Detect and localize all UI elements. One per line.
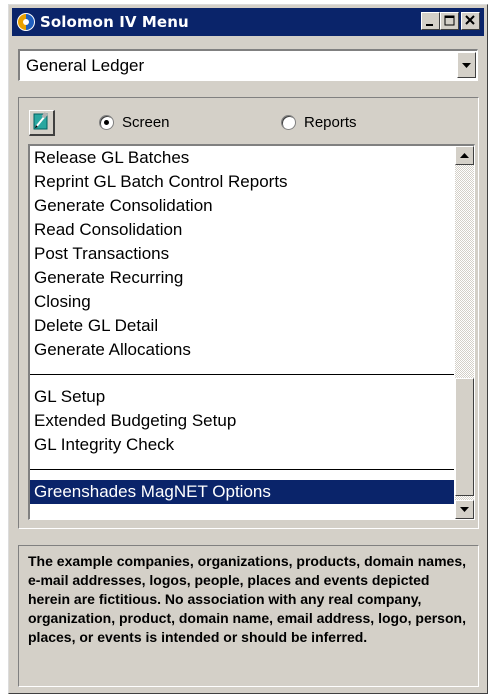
list-item[interactable]: GL Setup xyxy=(30,385,454,409)
close-icon[interactable] xyxy=(461,12,480,30)
list-item[interactable]: Read Consolidation xyxy=(30,218,454,242)
list-separator xyxy=(30,469,454,470)
open-screen-icon xyxy=(30,112,52,137)
solomon-app-icon[interactable] xyxy=(16,12,36,32)
list-item[interactable]: Generate Consolidation xyxy=(30,194,454,218)
list-separator xyxy=(30,374,454,375)
list-item-selected[interactable]: Greenshades MagNET Options xyxy=(30,480,454,504)
list-item[interactable]: GL Integrity Check xyxy=(30,433,454,457)
screen-radio-label: Screen xyxy=(122,114,170,131)
chevron-down-icon[interactable] xyxy=(457,52,476,78)
minimize-icon[interactable] xyxy=(421,12,440,30)
solomon-menu-window: Solomon IV Menu General Ledger Screen Re… xyxy=(8,4,488,694)
reports-radio-circle xyxy=(281,115,296,130)
scroll-up-icon[interactable] xyxy=(455,146,474,165)
disclaimer-text: The example companies, organizations, pr… xyxy=(18,545,479,687)
scroll-down-icon[interactable] xyxy=(455,500,474,519)
menu-list-scrollbar[interactable] xyxy=(455,146,474,519)
list-item[interactable]: Delete GL Detail xyxy=(30,314,454,338)
list-item[interactable]: Closing xyxy=(30,290,454,314)
open-screen-button[interactable] xyxy=(29,110,55,136)
menu-panel: Screen Reports Release GL Batches Reprin… xyxy=(18,97,479,529)
list-item[interactable]: Release GL Batches xyxy=(30,146,454,170)
title-bar[interactable]: Solomon IV Menu xyxy=(12,8,484,36)
scroll-thumb[interactable] xyxy=(455,378,474,496)
list-item[interactable]: Reprint GL Batch Control Reports xyxy=(30,170,454,194)
window-title: Solomon IV Menu xyxy=(40,13,189,31)
module-dropdown[interactable]: General Ledger xyxy=(18,49,478,81)
list-item[interactable]: Generate Allocations xyxy=(30,338,454,362)
list-item[interactable]: Generate Recurring xyxy=(30,266,454,290)
maximize-icon[interactable] xyxy=(440,12,459,30)
reports-radio-label: Reports xyxy=(304,114,357,131)
module-dropdown-value: General Ledger xyxy=(26,56,145,75)
list-item[interactable]: Extended Budgeting Setup xyxy=(30,409,454,433)
menu-list-items: Release GL Batches Reprint GL Batch Cont… xyxy=(30,146,454,504)
list-item[interactable]: Post Transactions xyxy=(30,242,454,266)
screen-radio-circle xyxy=(99,115,114,130)
menu-list[interactable]: Release GL Batches Reprint GL Batch Cont… xyxy=(28,144,475,520)
